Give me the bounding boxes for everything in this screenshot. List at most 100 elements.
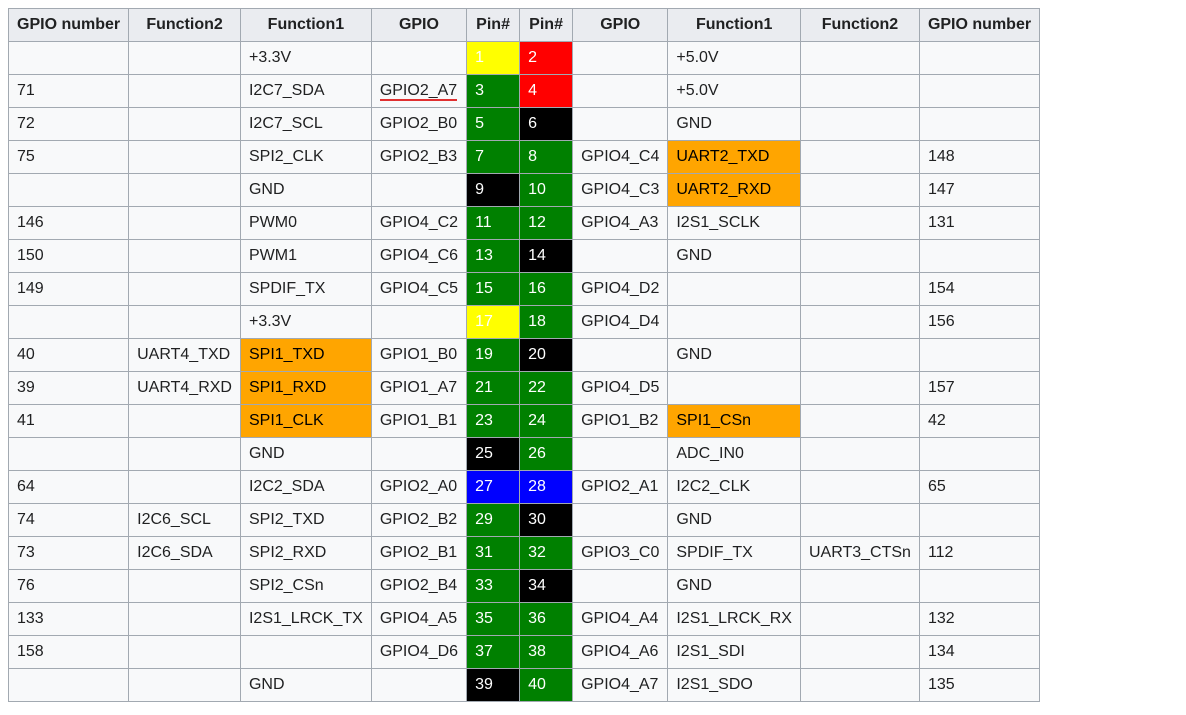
l-gpio: GPIO1_B0 (371, 339, 466, 372)
r-function2 (800, 570, 919, 603)
l-function2 (129, 141, 241, 174)
l-function1: +3.3V (240, 42, 371, 75)
l-function1: I2C2_SDA (240, 471, 371, 504)
l-function1: SPDIF_TX (240, 273, 371, 306)
gpio-pinout-table: GPIO number Function2 Function1 GPIO Pin… (8, 8, 1040, 702)
table-row: 158GPIO4_D63738GPIO4_A6I2S1_SDI134 (9, 636, 1040, 669)
table-body: +3.3V12+5.0V71I2C7_SDAGPIO2_A734+5.0V72I… (9, 42, 1040, 702)
r-gpio: GPIO4_A3 (573, 207, 668, 240)
l-gpio (371, 669, 466, 702)
r-gpio: GPIO4_C4 (573, 141, 668, 174)
r-function1: SPI1_CSn (668, 405, 801, 438)
l-pin: 13 (467, 240, 520, 273)
l-gpio-number: 146 (9, 207, 129, 240)
r-function1: SPDIF_TX (668, 537, 801, 570)
r-pin: 40 (520, 669, 573, 702)
r-function1 (668, 306, 801, 339)
l-pin: 11 (467, 207, 520, 240)
r-gpio-number: 148 (919, 141, 1039, 174)
hdr-r-function2: Function2 (800, 9, 919, 42)
hdr-r-function1: Function1 (668, 9, 801, 42)
l-pin: 15 (467, 273, 520, 306)
l-function2 (129, 669, 241, 702)
l-gpio: GPIO2_B1 (371, 537, 466, 570)
l-function1 (240, 636, 371, 669)
r-function2 (800, 636, 919, 669)
r-pin: 4 (520, 75, 573, 108)
r-function1: GND (668, 504, 801, 537)
r-function2 (800, 75, 919, 108)
l-gpio-number (9, 669, 129, 702)
r-gpio: GPIO4_C3 (573, 174, 668, 207)
r-gpio-number (919, 108, 1039, 141)
r-gpio-number (919, 339, 1039, 372)
l-function2 (129, 438, 241, 471)
r-gpio: GPIO1_B2 (573, 405, 668, 438)
r-pin: 14 (520, 240, 573, 273)
r-pin: 24 (520, 405, 573, 438)
r-gpio-number: 134 (919, 636, 1039, 669)
r-gpio: GPIO4_A6 (573, 636, 668, 669)
r-function2 (800, 438, 919, 471)
table-row: GND910GPIO4_C3UART2_RXD147 (9, 174, 1040, 207)
r-function1 (668, 273, 801, 306)
l-gpio: GPIO1_B1 (371, 405, 466, 438)
l-pin: 9 (467, 174, 520, 207)
r-function2 (800, 405, 919, 438)
table-row: 76SPI2_CSnGPIO2_B43334GND (9, 570, 1040, 603)
l-pin: 29 (467, 504, 520, 537)
l-pin: 23 (467, 405, 520, 438)
table-row: 40UART4_TXDSPI1_TXDGPIO1_B01920GND (9, 339, 1040, 372)
l-function1: I2C7_SDA (240, 75, 371, 108)
l-gpio (371, 174, 466, 207)
r-gpio-number: 154 (919, 273, 1039, 306)
l-function2: I2C6_SDA (129, 537, 241, 570)
table-row: 71I2C7_SDAGPIO2_A734+5.0V (9, 75, 1040, 108)
l-gpio: GPIO2_B0 (371, 108, 466, 141)
r-gpio-number: 132 (919, 603, 1039, 636)
l-function2 (129, 471, 241, 504)
r-gpio-number (919, 504, 1039, 537)
table-row: +3.3V12+5.0V (9, 42, 1040, 75)
r-function1: GND (668, 108, 801, 141)
r-pin: 28 (520, 471, 573, 504)
l-function1: SPI2_RXD (240, 537, 371, 570)
r-gpio (573, 570, 668, 603)
table-row: 39UART4_RXDSPI1_RXDGPIO1_A72122GPIO4_D51… (9, 372, 1040, 405)
l-gpio (371, 42, 466, 75)
r-gpio: GPIO4_A4 (573, 603, 668, 636)
l-function1: SPI2_CSn (240, 570, 371, 603)
l-function2: UART4_TXD (129, 339, 241, 372)
l-gpio-number (9, 306, 129, 339)
l-pin: 25 (467, 438, 520, 471)
l-function1: I2C7_SCL (240, 108, 371, 141)
table-row: 150PWM1GPIO4_C61314GND (9, 240, 1040, 273)
l-function2 (129, 240, 241, 273)
l-gpio: GPIO1_A7 (371, 372, 466, 405)
r-function1: I2S1_SCLK (668, 207, 801, 240)
r-pin: 26 (520, 438, 573, 471)
hdr-r-pin: Pin# (520, 9, 573, 42)
r-function2 (800, 141, 919, 174)
l-gpio-number (9, 438, 129, 471)
r-function2 (800, 339, 919, 372)
r-gpio-number (919, 240, 1039, 273)
l-function2: UART4_RXD (129, 372, 241, 405)
r-function1: I2S1_SDO (668, 669, 801, 702)
r-gpio-number: 156 (919, 306, 1039, 339)
l-function2 (129, 636, 241, 669)
r-gpio (573, 504, 668, 537)
l-function2 (129, 75, 241, 108)
r-function2 (800, 240, 919, 273)
l-pin: 27 (467, 471, 520, 504)
l-function1: SPI2_TXD (240, 504, 371, 537)
r-gpio: GPIO2_A1 (573, 471, 668, 504)
l-pin: 31 (467, 537, 520, 570)
r-gpio-number: 135 (919, 669, 1039, 702)
r-gpio-number: 112 (919, 537, 1039, 570)
r-function2 (800, 471, 919, 504)
l-function2 (129, 273, 241, 306)
r-pin: 16 (520, 273, 573, 306)
l-pin: 1 (467, 42, 520, 75)
l-gpio-number: 40 (9, 339, 129, 372)
